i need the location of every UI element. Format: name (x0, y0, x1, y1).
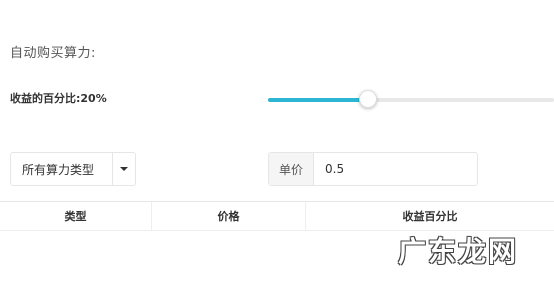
profit-ratio-slider[interactable] (268, 88, 554, 112)
slider-fill (268, 98, 369, 102)
column-header-profit-ratio[interactable]: 收益百分比 (306, 202, 554, 230)
unit-price-group: 单价 (268, 152, 478, 186)
power-type-select-value[interactable]: 所有算力类型 (11, 153, 112, 185)
caret-down-icon (120, 167, 128, 171)
dropdown-toggle-button[interactable] (112, 153, 135, 185)
column-header-type[interactable]: 类型 (0, 202, 152, 230)
column-header-price[interactable]: 价格 (152, 202, 306, 230)
unit-price-input[interactable] (314, 153, 477, 185)
auto-buy-title: 自动购买算力: (10, 46, 96, 61)
power-type-select[interactable]: 所有算力类型 (10, 152, 136, 186)
watermark: 广东龙网 (397, 235, 518, 268)
table-header: 类型 价格 收益百分比 (0, 201, 554, 231)
slider-handle[interactable] (359, 90, 378, 108)
unit-price-label: 单价 (269, 153, 314, 185)
profit-ratio-label: 收益的百分比:20% (10, 92, 107, 105)
